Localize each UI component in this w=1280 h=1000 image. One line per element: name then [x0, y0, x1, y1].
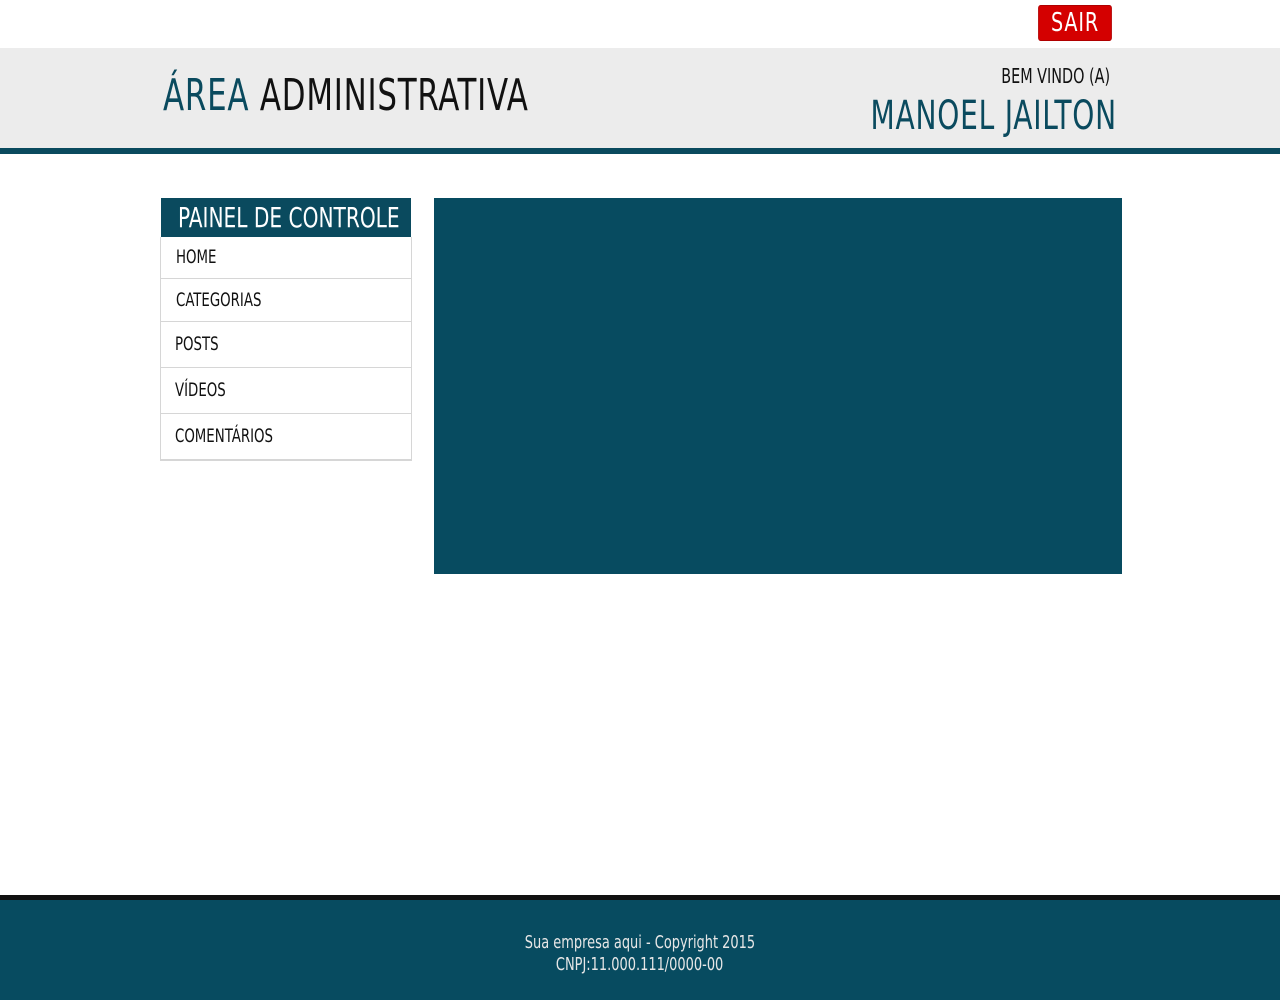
sidebar-item-label: COMENTÁRIOS: [175, 425, 273, 447]
sidebar-item-label: HOME: [176, 246, 217, 268]
page-title-accent: ÁREA: [163, 70, 250, 121]
footer-cnpj-text: CNPJ:11.000.111/0000-00: [556, 954, 724, 975]
sidebar-title: PAINEL DE CONTROLE: [161, 198, 411, 237]
sidebar-menu: HOME CATEGORIAS POSTS VÍDEOS COMENTÁRIOS: [160, 237, 412, 461]
welcome-label: BEM VINDO (A): [1001, 64, 1110, 88]
footer-cnpj: CNPJ:11.000.111/0000-00: [0, 954, 1280, 975]
footer-copyright: Sua empresa aqui - Copyright 2015: [0, 932, 1280, 953]
sidebar-title-text: PAINEL DE CONTROLE: [178, 201, 400, 234]
user-name: MANOEL JAILTON: [870, 93, 1117, 139]
top-bar: SAIR: [0, 0, 1280, 48]
sidebar: PAINEL DE CONTROLE HOME CATEGORIAS POSTS…: [160, 198, 412, 461]
logout-button-label: SAIR: [1051, 8, 1099, 38]
page-title-rest: ADMINISTRATIVA: [259, 70, 529, 121]
sidebar-item-categorias[interactable]: CATEGORIAS: [161, 278, 411, 321]
sidebar-item-label: POSTS: [175, 333, 219, 355]
sidebar-item-videos[interactable]: VÍDEOS: [161, 367, 411, 413]
sidebar-item-home[interactable]: HOME: [161, 237, 411, 278]
footer: Sua empresa aqui - Copyright 2015 CNPJ:1…: [0, 900, 1280, 1000]
sidebar-item-comentarios[interactable]: COMENTÁRIOS: [161, 413, 411, 459]
header-divider: [0, 148, 1280, 154]
logout-button[interactable]: SAIR: [1038, 5, 1112, 41]
main-content-panel: [434, 198, 1122, 574]
sidebar-item-label: CATEGORIAS: [176, 289, 262, 311]
page-title: ÁREA ADMINISTRATIVA: [163, 68, 529, 124]
sidebar-item-label: VÍDEOS: [175, 379, 226, 401]
sidebar-item-posts[interactable]: POSTS: [161, 321, 411, 367]
header: ÁREA ADMINISTRATIVA BEM VINDO (A) MANOEL…: [0, 48, 1280, 148]
footer-copyright-text: Sua empresa aqui - Copyright 2015: [524, 932, 756, 953]
